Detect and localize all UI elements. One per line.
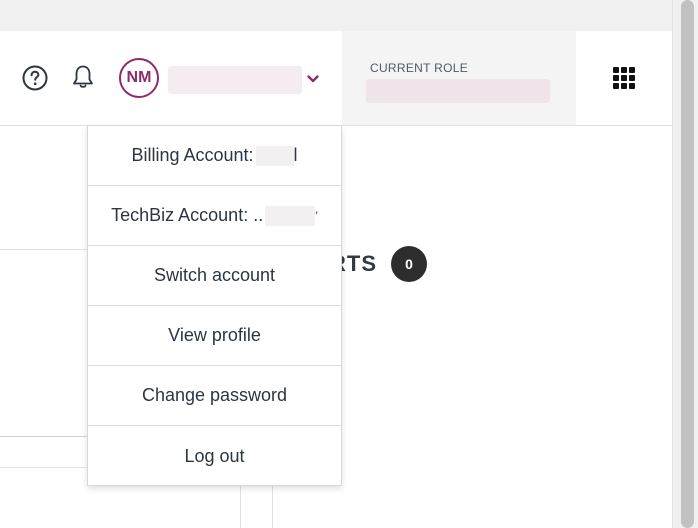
menu-item-switch-account[interactable]: Switch account xyxy=(88,246,341,306)
divider xyxy=(272,486,273,528)
menu-item-label: TechBiz Account: .. xyxy=(111,205,264,225)
current-role-panel[interactable] xyxy=(342,31,576,125)
techbiz-account-number-redacted xyxy=(265,205,316,226)
alerts-count-badge: 0 xyxy=(391,246,427,282)
menu-item-label: View profile xyxy=(168,325,261,345)
menu-item-label: Log out xyxy=(184,445,245,466)
menu-item-change-password[interactable]: Change password xyxy=(88,366,341,426)
divider xyxy=(0,436,88,437)
menu-item-billing-account[interactable]: Billing Account: l xyxy=(88,126,341,186)
help-circle-icon[interactable] xyxy=(22,65,48,91)
current-role-value-redacted xyxy=(366,79,550,103)
avatar[interactable]: NM xyxy=(119,58,159,98)
billing-account-number-redacted xyxy=(255,145,294,166)
menu-item-label: Switch account xyxy=(153,265,276,285)
chevron-down-icon[interactable] xyxy=(306,72,320,86)
menu-item-log-out[interactable]: Log out xyxy=(88,426,341,486)
menu-item-suffix: l xyxy=(293,145,298,165)
menu-item-label: Billing Account: xyxy=(131,145,254,165)
user-name-redacted[interactable] xyxy=(168,66,302,94)
current-role-label: CURRENT ROLE xyxy=(370,61,469,75)
browser-top-strip xyxy=(0,0,698,31)
account-dropdown-menu: Billing Account: l TechBiz Account: .. ’… xyxy=(87,125,342,486)
divider xyxy=(0,467,88,468)
scrollbar-thumb[interactable] xyxy=(681,0,694,528)
divider xyxy=(240,486,241,528)
menu-item-label: Change password xyxy=(141,385,288,405)
divider xyxy=(0,249,88,250)
apps-grid-icon[interactable] xyxy=(613,67,635,89)
menu-item-view-profile[interactable]: View profile xyxy=(88,306,341,366)
menu-item-techbiz-account[interactable]: TechBiz Account: .. ’ xyxy=(88,186,341,246)
menu-item-suffix: ’ xyxy=(315,208,318,223)
bell-icon[interactable] xyxy=(71,64,95,90)
